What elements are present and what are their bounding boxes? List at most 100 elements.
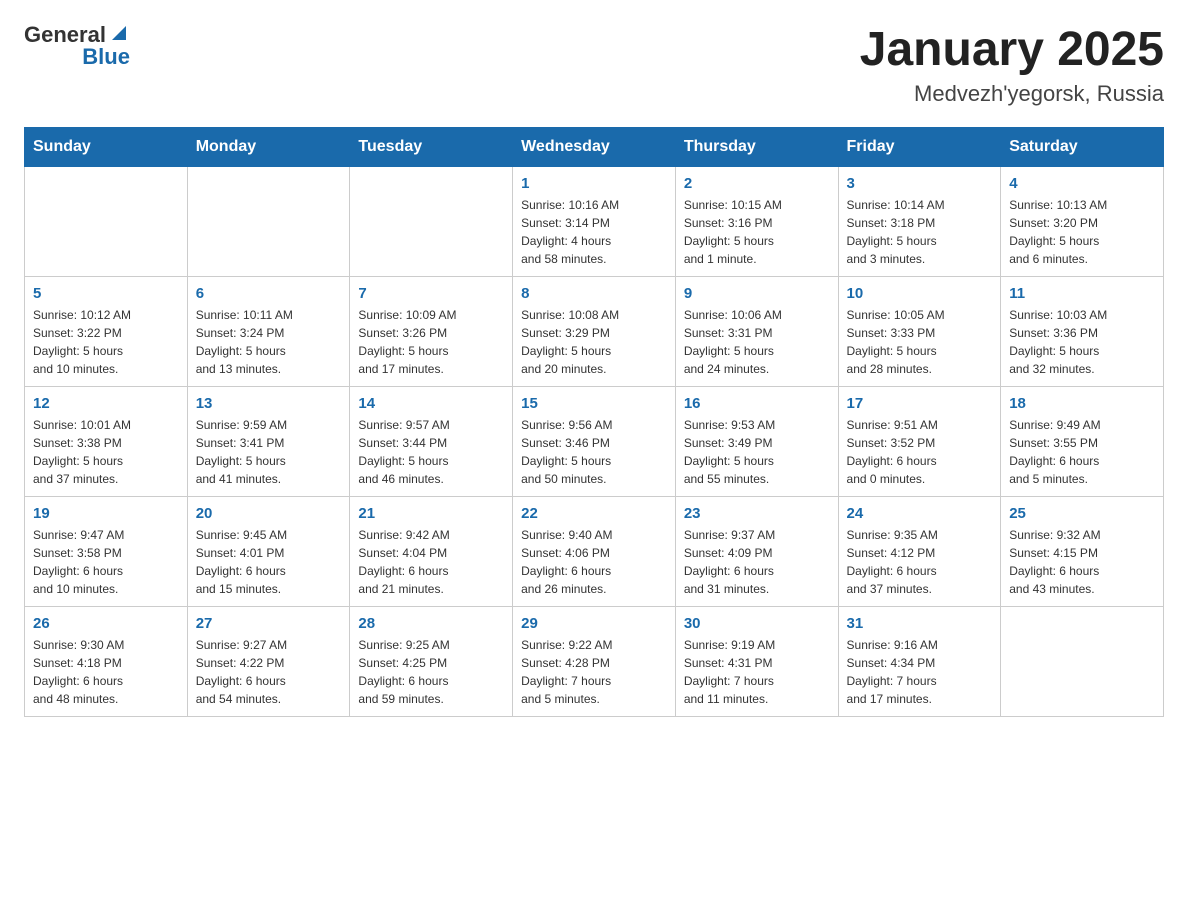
week-row-4: 19Sunrise: 9:47 AM Sunset: 3:58 PM Dayli… <box>25 496 1164 606</box>
day-info: Sunrise: 10:06 AM Sunset: 3:31 PM Daylig… <box>684 306 830 378</box>
calendar-cell: 19Sunrise: 9:47 AM Sunset: 3:58 PM Dayli… <box>25 496 188 606</box>
logo: General Blue <box>24 24 130 68</box>
calendar-cell: 9 Sunrise: 10:06 AM Sunset: 3:31 PM Dayli… <box>675 276 838 386</box>
day-number: 1 <box>521 175 667 192</box>
calendar-cell: 4 Sunrise: 10:13 AM Sunset: 3:20 PM Dayli… <box>1001 166 1164 276</box>
day-number: 13 <box>196 395 342 412</box>
location-title: Medvezh'yegorsk, Russia <box>860 81 1164 107</box>
day-header-sunday: Sunday <box>25 127 188 166</box>
day-header-tuesday: Tuesday <box>350 127 513 166</box>
day-header-thursday: Thursday <box>675 127 838 166</box>
day-number: 21 <box>358 505 504 522</box>
week-row-2: 5Sunrise: 10:12 AM Sunset: 3:22 PM Dayli… <box>25 276 1164 386</box>
week-row-3: 12 Sunrise: 10:01 AM Sunset: 3:38 PM Dayl… <box>25 386 1164 496</box>
title-section: January 2025 Medvezh'yegorsk, Russia <box>860 24 1164 107</box>
day-info: Sunrise: 9:49 AM Sunset: 3:55 PM Dayligh… <box>1009 416 1155 488</box>
calendar-cell: 11 Sunrise: 10:03 AM Sunset: 3:36 PM Dayl… <box>1001 276 1164 386</box>
day-info: Sunrise: 9:35 AM Sunset: 4:12 PM Dayligh… <box>847 526 993 598</box>
day-info: Sunrise: 9:59 AM Sunset: 3:41 PM Dayligh… <box>196 416 342 488</box>
calendar-cell: 3Sunrise: 10:14 AM Sunset: 3:18 PM Dayli… <box>838 166 1001 276</box>
day-info: Sunrise: 10:16 AM Sunset: 3:14 PM Daylig… <box>521 196 667 268</box>
day-number: 22 <box>521 505 667 522</box>
day-info: Sunrise: 9:32 AM Sunset: 4:15 PM Dayligh… <box>1009 526 1155 598</box>
day-info: Sunrise: 10:09 AM Sunset: 3:26 PM Daylig… <box>358 306 504 378</box>
day-number: 9 <box>684 285 830 302</box>
calendar-cell: 7Sunrise: 10:09 AM Sunset: 3:26 PM Dayli… <box>350 276 513 386</box>
day-info: Sunrise: 9:45 AM Sunset: 4:01 PM Dayligh… <box>196 526 342 598</box>
day-info: Sunrise: 10:08 AM Sunset: 3:29 PM Daylig… <box>521 306 667 378</box>
day-number: 29 <box>521 615 667 632</box>
day-number: 6 <box>196 285 342 302</box>
calendar-cell: 18Sunrise: 9:49 AM Sunset: 3:55 PM Dayli… <box>1001 386 1164 496</box>
calendar-cell: 10Sunrise: 10:05 AM Sunset: 3:33 PM Dayl… <box>838 276 1001 386</box>
calendar-cell: 16Sunrise: 9:53 AM Sunset: 3:49 PM Dayli… <box>675 386 838 496</box>
calendar-cell: 14Sunrise: 9:57 AM Sunset: 3:44 PM Dayli… <box>350 386 513 496</box>
calendar-cell: 27Sunrise: 9:27 AM Sunset: 4:22 PM Dayli… <box>187 606 350 716</box>
logo-triangle-icon <box>108 22 130 44</box>
calendar-cell: 30 Sunrise: 9:19 AM Sunset: 4:31 PM Dayli… <box>675 606 838 716</box>
day-info: Sunrise: 9:22 AM Sunset: 4:28 PM Dayligh… <box>521 636 667 708</box>
calendar-cell: 6 Sunrise: 10:11 AM Sunset: 3:24 PM Dayli… <box>187 276 350 386</box>
day-number: 20 <box>196 505 342 522</box>
calendar-table: SundayMondayTuesdayWednesdayThursdayFrid… <box>24 127 1164 717</box>
day-number: 31 <box>847 615 993 632</box>
day-number: 12 <box>33 395 179 412</box>
day-info: Sunrise: 9:30 AM Sunset: 4:18 PM Dayligh… <box>33 636 179 708</box>
week-row-5: 26 Sunrise: 9:30 AM Sunset: 4:18 PM Dayli… <box>25 606 1164 716</box>
day-number: 17 <box>847 395 993 412</box>
calendar-cell: 23 Sunrise: 9:37 AM Sunset: 4:09 PM Dayli… <box>675 496 838 606</box>
month-title: January 2025 <box>860 24 1164 77</box>
calendar-cell: 12 Sunrise: 10:01 AM Sunset: 3:38 PM Dayl… <box>25 386 188 496</box>
day-number: 11 <box>1009 285 1155 302</box>
day-header-wednesday: Wednesday <box>513 127 676 166</box>
calendar-cell: 25 Sunrise: 9:32 AM Sunset: 4:15 PM Dayli… <box>1001 496 1164 606</box>
day-info: Sunrise: 10:12 AM Sunset: 3:22 PM Daylig… <box>33 306 179 378</box>
day-header-saturday: Saturday <box>1001 127 1164 166</box>
day-number: 24 <box>847 505 993 522</box>
calendar-cell <box>187 166 350 276</box>
day-info: Sunrise: 10:13 AM Sunset: 3:20 PM Daylig… <box>1009 196 1155 268</box>
day-number: 2 <box>684 175 830 192</box>
calendar-cell: 1 Sunrise: 10:16 AM Sunset: 3:14 PM Dayli… <box>513 166 676 276</box>
day-info: Sunrise: 9:40 AM Sunset: 4:06 PM Dayligh… <box>521 526 667 598</box>
day-info: Sunrise: 9:16 AM Sunset: 4:34 PM Dayligh… <box>847 636 993 708</box>
calendar-cell <box>350 166 513 276</box>
calendar-cell: 13 Sunrise: 9:59 AM Sunset: 3:41 PM Dayli… <box>187 386 350 496</box>
day-info: Sunrise: 9:47 AM Sunset: 3:58 PM Dayligh… <box>33 526 179 598</box>
day-number: 4 <box>1009 175 1155 192</box>
calendar-cell: 24 Sunrise: 9:35 AM Sunset: 4:12 PM Dayli… <box>838 496 1001 606</box>
day-number: 15 <box>521 395 667 412</box>
day-info: Sunrise: 9:37 AM Sunset: 4:09 PM Dayligh… <box>684 526 830 598</box>
calendar-cell: 5Sunrise: 10:12 AM Sunset: 3:22 PM Dayli… <box>25 276 188 386</box>
calendar-cell: 28 Sunrise: 9:25 AM Sunset: 4:25 PM Dayli… <box>350 606 513 716</box>
day-info: Sunrise: 10:11 AM Sunset: 3:24 PM Daylig… <box>196 306 342 378</box>
logo-general: General <box>24 24 106 46</box>
day-info: Sunrise: 9:56 AM Sunset: 3:46 PM Dayligh… <box>521 416 667 488</box>
day-number: 16 <box>684 395 830 412</box>
day-number: 26 <box>33 615 179 632</box>
day-number: 28 <box>358 615 504 632</box>
day-info: Sunrise: 10:03 AM Sunset: 3:36 PM Daylig… <box>1009 306 1155 378</box>
calendar-cell: 26 Sunrise: 9:30 AM Sunset: 4:18 PM Dayli… <box>25 606 188 716</box>
logo-blue: Blue <box>82 46 130 68</box>
calendar-cell: 2 Sunrise: 10:15 AM Sunset: 3:16 PM Dayli… <box>675 166 838 276</box>
calendar-header-row: SundayMondayTuesdayWednesdayThursdayFrid… <box>25 127 1164 166</box>
day-info: Sunrise: 9:25 AM Sunset: 4:25 PM Dayligh… <box>358 636 504 708</box>
day-info: Sunrise: 9:51 AM Sunset: 3:52 PM Dayligh… <box>847 416 993 488</box>
day-number: 23 <box>684 505 830 522</box>
calendar-cell: 20 Sunrise: 9:45 AM Sunset: 4:01 PM Dayli… <box>187 496 350 606</box>
day-number: 25 <box>1009 505 1155 522</box>
day-number: 30 <box>684 615 830 632</box>
day-header-friday: Friday <box>838 127 1001 166</box>
calendar-cell: 21Sunrise: 9:42 AM Sunset: 4:04 PM Dayli… <box>350 496 513 606</box>
week-row-1: 1 Sunrise: 10:16 AM Sunset: 3:14 PM Dayli… <box>25 166 1164 276</box>
day-info: Sunrise: 10:15 AM Sunset: 3:16 PM Daylig… <box>684 196 830 268</box>
day-info: Sunrise: 10:01 AM Sunset: 3:38 PM Daylig… <box>33 416 179 488</box>
calendar-cell: 8Sunrise: 10:08 AM Sunset: 3:29 PM Dayli… <box>513 276 676 386</box>
day-number: 27 <box>196 615 342 632</box>
day-header-monday: Monday <box>187 127 350 166</box>
day-info: Sunrise: 9:19 AM Sunset: 4:31 PM Dayligh… <box>684 636 830 708</box>
day-number: 3 <box>847 175 993 192</box>
calendar-cell: 15 Sunrise: 9:56 AM Sunset: 3:46 PM Dayli… <box>513 386 676 496</box>
calendar-cell: 31 Sunrise: 9:16 AM Sunset: 4:34 PM Dayli… <box>838 606 1001 716</box>
